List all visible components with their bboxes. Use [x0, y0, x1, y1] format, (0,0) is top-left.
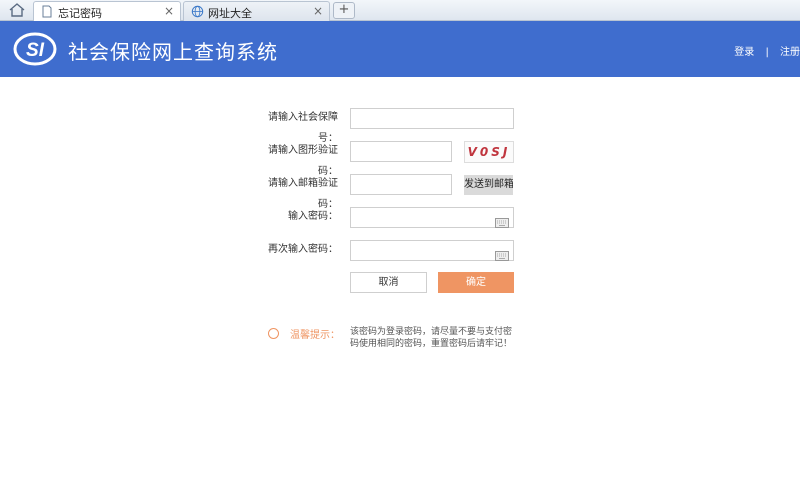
- confirm-password-label: 再次输入密码：: [268, 244, 338, 255]
- page-icon: [41, 5, 53, 18]
- email-code-input[interactable]: [350, 174, 452, 195]
- tips-text: 该密码为登录密码，请尽量不要与支付密码使用相同的密码，重置密码后请牢记！: [350, 327, 513, 349]
- tips-label: 温馨提示：: [290, 330, 340, 341]
- site-title: 社会保险网上查询系统: [68, 40, 278, 64]
- close-icon[interactable]: ×: [164, 4, 174, 18]
- tab-url-directory[interactable]: 网址大全 ×: [183, 1, 330, 21]
- si-logo-icon: SI: [13, 32, 57, 66]
- tab-label: 忘记密码: [58, 7, 102, 20]
- password-input[interactable]: [350, 207, 514, 228]
- home-icon[interactable]: [6, 2, 28, 19]
- login-link[interactable]: 登录: [734, 47, 754, 58]
- captcha-image[interactable]: V0SJ: [464, 141, 514, 163]
- password-label: 输入密码：: [288, 211, 338, 222]
- link-separator: |: [765, 47, 769, 58]
- globe-icon: [191, 5, 204, 18]
- tab-forgot-password[interactable]: 忘记密码 ×: [33, 1, 181, 21]
- captcha-input[interactable]: [350, 141, 452, 162]
- ssn-input[interactable]: [350, 108, 514, 129]
- confirm-password-input[interactable]: [350, 240, 514, 261]
- send-email-button[interactable]: 发送到邮箱: [464, 175, 513, 195]
- logo-text: SI: [26, 40, 45, 61]
- keyboard-icon[interactable]: [495, 246, 509, 261]
- header-links: 登录 | 注册: [734, 43, 800, 58]
- cancel-button[interactable]: 取消: [350, 272, 427, 293]
- browser-tab-bar: 忘记密码 × 网址大全 × +: [0, 0, 800, 21]
- tab-label: 网址大全: [208, 7, 252, 20]
- info-circle-icon: [268, 328, 279, 339]
- close-icon[interactable]: ×: [313, 4, 323, 18]
- register-link[interactable]: 注册: [780, 47, 800, 58]
- submit-button[interactable]: 确定: [438, 272, 514, 293]
- site-header: SI 社会保险网上查询系统 登录 | 注册: [0, 21, 800, 77]
- new-tab-button[interactable]: +: [333, 2, 355, 19]
- keyboard-icon[interactable]: [495, 213, 509, 228]
